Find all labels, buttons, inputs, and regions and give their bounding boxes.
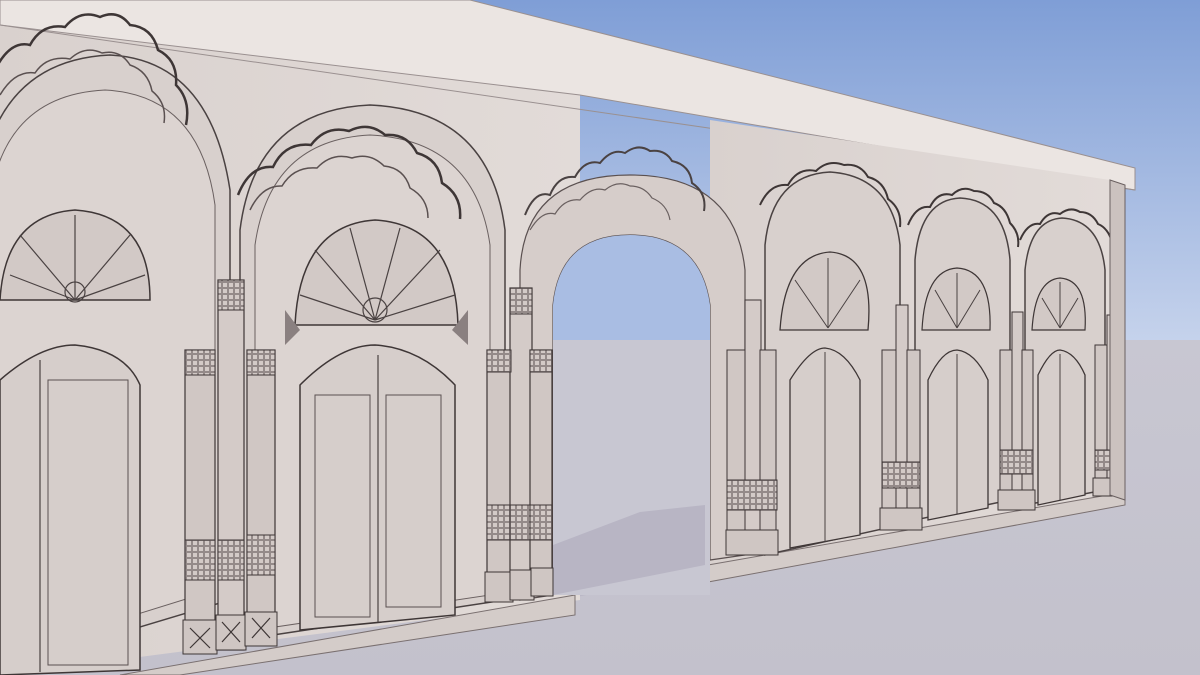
wall-end-face [1109, 179, 1126, 501]
arch-panel-2 [236, 104, 506, 641]
render-scene [0, 0, 1200, 675]
open-archway [519, 146, 746, 601]
arch-panel-3 [759, 162, 902, 556]
